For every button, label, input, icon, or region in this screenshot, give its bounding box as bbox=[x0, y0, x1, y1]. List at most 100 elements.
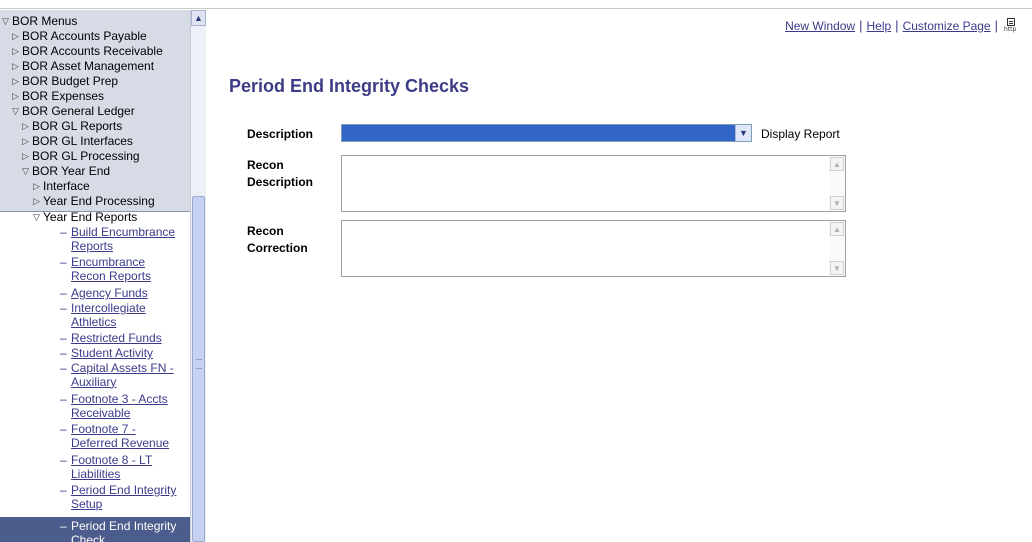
dash-bullet-icon: – bbox=[60, 346, 67, 360]
nav-item-gl-interfaces[interactable]: ▷ BOR GL Interfaces bbox=[22, 135, 133, 148]
expanded-triangle-icon: ▽ bbox=[2, 16, 9, 26]
collapsed-triangle-icon: ▷ bbox=[22, 151, 29, 161]
expanded-triangle-icon: ▽ bbox=[33, 212, 40, 222]
nav-link-line: Footnote 8 - LT bbox=[71, 453, 153, 467]
nav-item-general-ledger[interactable]: ▽ BOR General Ledger bbox=[12, 105, 135, 118]
scroll-up-arrow-icon[interactable]: ▲ bbox=[191, 10, 206, 26]
dash-bullet-icon: – bbox=[60, 225, 67, 239]
label-line: Correction bbox=[247, 241, 308, 255]
customize-page-link[interactable]: Customize Page bbox=[903, 19, 991, 33]
nav-item-label: BOR Accounts Payable bbox=[22, 29, 147, 43]
dash-bullet-icon: – bbox=[60, 422, 67, 436]
collapsed-triangle-icon: ▷ bbox=[12, 46, 19, 56]
nav-item-label: BOR GL Interfaces bbox=[32, 134, 133, 148]
nav-link-footnote-8-lt-liabilities[interactable]: – Footnote 8 - LT Liabilities bbox=[60, 453, 190, 481]
nav-item-label: BOR GL Reports bbox=[32, 119, 123, 133]
expanded-triangle-icon: ▽ bbox=[22, 166, 29, 176]
nav-root-label: BOR Menus bbox=[12, 14, 78, 28]
top-border bbox=[0, 8, 1032, 9]
dash-bullet-icon: – bbox=[60, 453, 67, 467]
nav-item-gl-processing[interactable]: ▷ BOR GL Processing bbox=[22, 150, 140, 163]
scrollbar-grip bbox=[196, 359, 202, 369]
nav-item-accounts-payable[interactable]: ▷ BOR Accounts Payable bbox=[12, 30, 147, 43]
nav-link-line: Student Activity bbox=[71, 346, 154, 360]
scrollbar-thumb[interactable] bbox=[192, 196, 205, 542]
nav-item-label: BOR Year End bbox=[32, 164, 111, 178]
http-link-icon[interactable]: http bbox=[1004, 18, 1018, 33]
description-select[interactable]: ▼ bbox=[341, 124, 752, 142]
link-separator: | bbox=[895, 18, 899, 33]
nav-item-year-end-processing[interactable]: ▷ Year End Processing bbox=[33, 195, 155, 208]
expanded-triangle-icon: ▽ bbox=[12, 106, 19, 116]
textarea-scrollbar[interactable]: ▲ ▼ bbox=[829, 156, 845, 211]
collapsed-triangle-icon: ▷ bbox=[12, 91, 19, 101]
recon-description-label: Recon Description bbox=[247, 157, 313, 191]
nav-item-year-end-reports[interactable]: ▽ Year End Reports bbox=[33, 211, 137, 224]
nav-link-line: Liabilities bbox=[71, 466, 121, 481]
nav-link-line: Footnote 7 - bbox=[71, 422, 136, 436]
nav-root-bor-menus[interactable]: ▽ BOR Menus bbox=[2, 15, 77, 28]
display-report-text: Display Report bbox=[761, 127, 840, 141]
nav-item-label: Year End Processing bbox=[43, 194, 155, 208]
nav-item-accounts-receivable[interactable]: ▷ BOR Accounts Receivable bbox=[12, 45, 163, 58]
textarea-scrollbar[interactable]: ▲ ▼ bbox=[829, 221, 845, 276]
collapsed-triangle-icon: ▷ bbox=[33, 181, 40, 191]
recon-correction-label: Recon Correction bbox=[247, 223, 308, 257]
collapsed-triangle-icon: ▷ bbox=[22, 121, 29, 131]
new-window-link[interactable]: New Window bbox=[785, 19, 855, 33]
nav-link-footnote-7-deferred-revenue[interactable]: – Footnote 7 - Deferred Revenue bbox=[60, 422, 190, 450]
nav-item-label: Year End Reports bbox=[43, 210, 138, 224]
scroll-down-arrow-icon[interactable]: ▼ bbox=[830, 261, 844, 275]
nav-item-budget-prep[interactable]: ▷ BOR Budget Prep bbox=[12, 75, 118, 88]
nav-item-year-end[interactable]: ▽ BOR Year End bbox=[22, 165, 110, 178]
http-icon-label: http bbox=[1004, 26, 1017, 33]
nav-link-line: Capital Assets FN - bbox=[71, 361, 174, 375]
nav-link-line: Intercollegiate bbox=[71, 301, 146, 315]
dash-bullet-icon: – bbox=[60, 331, 67, 345]
nav-link-intercollegiate-athletics[interactable]: – Intercollegiate Athletics bbox=[60, 301, 190, 329]
nav-item-label: BOR Accounts Receivable bbox=[22, 44, 163, 58]
dash-bullet-icon: – bbox=[60, 483, 67, 497]
scroll-up-arrow-icon[interactable]: ▲ bbox=[830, 222, 844, 236]
nav-selected-line: Check bbox=[71, 532, 106, 542]
recon-correction-textarea[interactable]: ▲ ▼ bbox=[341, 220, 846, 277]
dash-bullet-icon: – bbox=[60, 301, 67, 315]
scroll-up-arrow-icon[interactable]: ▲ bbox=[830, 157, 844, 171]
nav-item-gl-reports[interactable]: ▷ BOR GL Reports bbox=[22, 120, 122, 133]
nav-link-encumbrance-recon-reports[interactable]: – Encumbrance Recon Reports bbox=[60, 255, 190, 283]
nav-link-line: Restricted Funds bbox=[71, 331, 162, 345]
scroll-down-arrow-icon[interactable]: ▼ bbox=[830, 196, 844, 210]
link-separator: | bbox=[994, 18, 998, 33]
description-label: Description bbox=[247, 127, 314, 141]
nav-link-agency-funds[interactable]: – Agency Funds bbox=[60, 286, 190, 301]
dash-bullet-icon: – bbox=[60, 361, 67, 375]
nav-link-footnote-3-accts-receivable[interactable]: – Footnote 3 - Accts Receivable bbox=[60, 392, 190, 420]
nav-selected-period-end-integrity-check[interactable]: – Period End Integrity Check bbox=[0, 517, 190, 542]
help-link[interactable]: Help bbox=[866, 19, 891, 33]
nav-link-line: Period End Integrity bbox=[71, 483, 177, 497]
nav-item-label: BOR Expenses bbox=[22, 89, 105, 103]
nav-link-line: Agency Funds bbox=[71, 286, 148, 300]
nav-scrollbar[interactable]: ▲ bbox=[190, 10, 206, 542]
nav-link-build-encumbrance-reports[interactable]: – Build Encumbrance Reports bbox=[60, 225, 190, 253]
label-line: Recon bbox=[247, 224, 284, 238]
recon-description-textarea[interactable]: ▲ ▼ bbox=[341, 155, 846, 212]
nav-link-student-activity[interactable]: – Student Activity bbox=[60, 346, 190, 361]
dash-bullet-icon: – bbox=[60, 255, 67, 269]
page-title: Period End Integrity Checks bbox=[229, 76, 470, 96]
nav-item-asset-management[interactable]: ▷ BOR Asset Management bbox=[12, 60, 154, 73]
dash-bullet-icon: – bbox=[60, 519, 67, 533]
nav-item-interface[interactable]: ▷ Interface bbox=[33, 180, 90, 193]
nav-link-restricted-funds[interactable]: – Restricted Funds bbox=[60, 331, 190, 346]
nav-link-capital-assets-fn-auxiliary[interactable]: – Capital Assets FN - Auxiliary bbox=[60, 361, 190, 389]
nav-link-line: Reports bbox=[71, 238, 114, 253]
nav-item-label: BOR General Ledger bbox=[22, 104, 135, 118]
nav-link-line: Encumbrance bbox=[71, 255, 146, 269]
nav-link-line: Receivable bbox=[71, 405, 131, 420]
nav-link-line: Auxiliary bbox=[71, 374, 117, 389]
nav-link-period-end-integrity-setup[interactable]: – Period End Integrity Setup bbox=[60, 483, 190, 511]
nav-item-expenses[interactable]: ▷ BOR Expenses bbox=[12, 90, 104, 103]
label-line: Description bbox=[247, 175, 314, 189]
dash-bullet-icon: – bbox=[60, 392, 67, 406]
chevron-down-icon[interactable]: ▼ bbox=[735, 125, 751, 141]
